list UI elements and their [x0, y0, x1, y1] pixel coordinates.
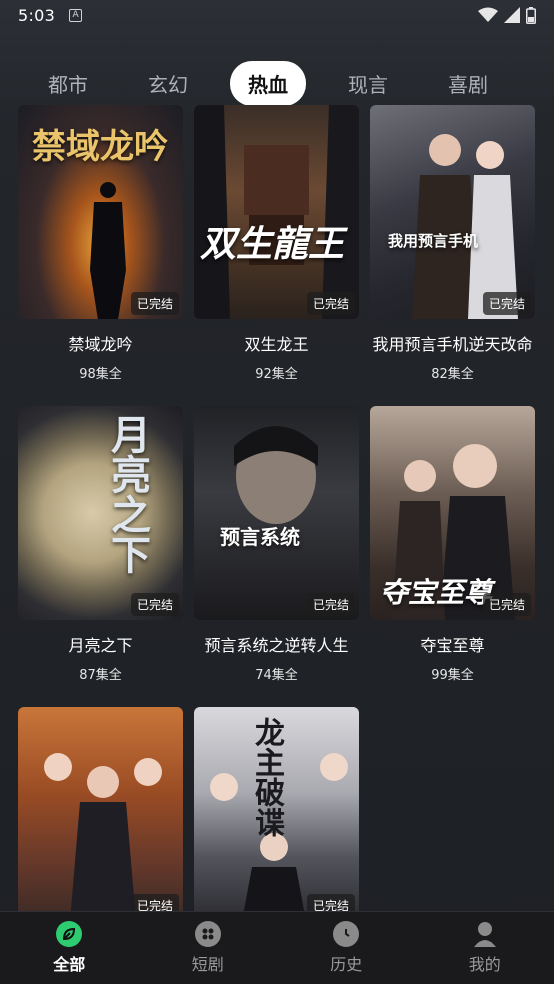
nav-history[interactable]: 历史 [277, 912, 416, 984]
nav-profile[interactable]: 我的 [416, 912, 554, 984]
drama-card[interactable]: 我用预言手机 已完结 我用预言手机逆天改命 82集全 [370, 105, 535, 406]
tab-xuanhuan[interactable]: 玄幻 [118, 61, 218, 105]
cover-title: 双生龍王 [200, 223, 345, 265]
film-reel-icon [194, 921, 221, 947]
drama-card[interactable]: 夺宝至尊 已完结 夺宝至尊 99集全 [370, 406, 535, 707]
wifi-icon [478, 7, 498, 22]
drama-card[interactable]: 双生龍王 已完结 双生龙王 92集全 [194, 105, 359, 406]
status-badge: 已完结 [482, 292, 531, 315]
tab-label: 都市 [48, 72, 88, 97]
drama-cover[interactable]: 我用预言手机 已完结 [370, 105, 535, 319]
app-screen: 5:03 A 都市 玄幻 热血 现言 喜剧 禁域龙吟 已完结 禁域龙吟 98集全… [0, 0, 554, 984]
tab-label: 玄幻 [148, 72, 188, 97]
status-badge: 已完结 [306, 292, 355, 315]
cover-scene [412, 134, 518, 319]
tab-dushi[interactable]: 都市 [18, 61, 118, 105]
tab-label: 热血 [230, 60, 306, 106]
drama-card[interactable]: 预言系统 已完结 预言系统之逆转人生 74集全 [194, 406, 359, 707]
cover-scene [194, 105, 359, 319]
status-badge: 已完结 [130, 292, 179, 315]
episode-count: 98集全 [79, 367, 122, 382]
drama-title: 我用预言手机逆天改命 [372, 335, 533, 354]
notification-a-icon: A [69, 8, 83, 22]
episode-count: 82集全 [431, 367, 474, 382]
cover-title: 月亮之下 [104, 414, 151, 574]
drama-cover[interactable]: 龙主破谍 已完结 [194, 707, 359, 921]
bottom-navigation: 全部 短剧 历史 我的 [0, 911, 554, 984]
cover-title: 我用预言手机 [388, 232, 479, 250]
drama-cover[interactable]: 已完结 [18, 707, 183, 921]
drama-title: 双生龙王 [244, 335, 309, 354]
status-badge: 已完结 [482, 593, 531, 616]
drama-cover[interactable]: 夺宝至尊 已完结 [370, 406, 535, 620]
cover-title: 预言系统 [220, 525, 300, 549]
nav-label: 我的 [468, 955, 501, 974]
nav-short-drama[interactable]: 短剧 [139, 912, 278, 984]
tab-rexue[interactable]: 热血 [218, 60, 318, 106]
drama-grid: 禁域龙吟 已完结 禁域龙吟 98集全 双生龍王 已完结 双生龙王 92集全 我用… [18, 105, 536, 984]
category-tabs: 都市 玄幻 热血 现言 喜剧 [18, 60, 538, 106]
leaf-icon [56, 921, 83, 947]
tab-xiju[interactable]: 喜剧 [418, 61, 518, 105]
status-bar: 5:03 A [0, 0, 554, 30]
figure-silhouette [90, 182, 126, 319]
episode-count: 99集全 [431, 668, 474, 683]
user-icon [472, 921, 498, 947]
episode-count: 87集全 [79, 668, 122, 683]
cover-title: 龙主破谍 [249, 717, 284, 837]
drama-title: 夺宝至尊 [420, 636, 485, 655]
cover-scene [44, 753, 162, 921]
status-time: 5:03 [18, 5, 56, 25]
cover-title: 夺宝至尊 [380, 576, 493, 609]
cover-scene [234, 426, 318, 524]
drama-title: 月亮之下 [68, 636, 133, 655]
tab-label: 喜剧 [448, 72, 488, 97]
episode-count: 74集全 [255, 668, 298, 683]
clock-icon [333, 921, 360, 947]
nav-all[interactable]: 全部 [0, 912, 139, 984]
status-badge: 已完结 [130, 593, 179, 616]
nav-label: 历史 [330, 955, 363, 974]
episode-count: 92集全 [255, 367, 298, 382]
drama-card[interactable]: 禁域龙吟 已完结 禁域龙吟 98集全 [18, 105, 183, 406]
drama-title: 预言系统之逆转人生 [204, 636, 349, 655]
drama-cover[interactable]: 禁域龙吟 已完结 [18, 105, 183, 319]
drama-card[interactable]: 月亮之下 已完结 月亮之下 87集全 [18, 406, 183, 707]
nav-label: 全部 [53, 955, 86, 974]
cover-title: 禁域龙吟 [32, 127, 168, 167]
nav-label: 短剧 [191, 955, 224, 974]
tab-xianyan[interactable]: 现言 [318, 61, 418, 105]
drama-title: 禁域龙吟 [68, 335, 133, 354]
drama-cover[interactable]: 预言系统 已完结 [194, 406, 359, 620]
status-badge: 已完结 [306, 593, 355, 616]
battery-icon [526, 6, 536, 24]
drama-cover[interactable]: 月亮之下 已完结 [18, 406, 183, 620]
signal-icon [504, 7, 520, 23]
drama-cover[interactable]: 双生龍王 已完结 [194, 105, 359, 319]
tab-label: 现言 [348, 72, 388, 97]
